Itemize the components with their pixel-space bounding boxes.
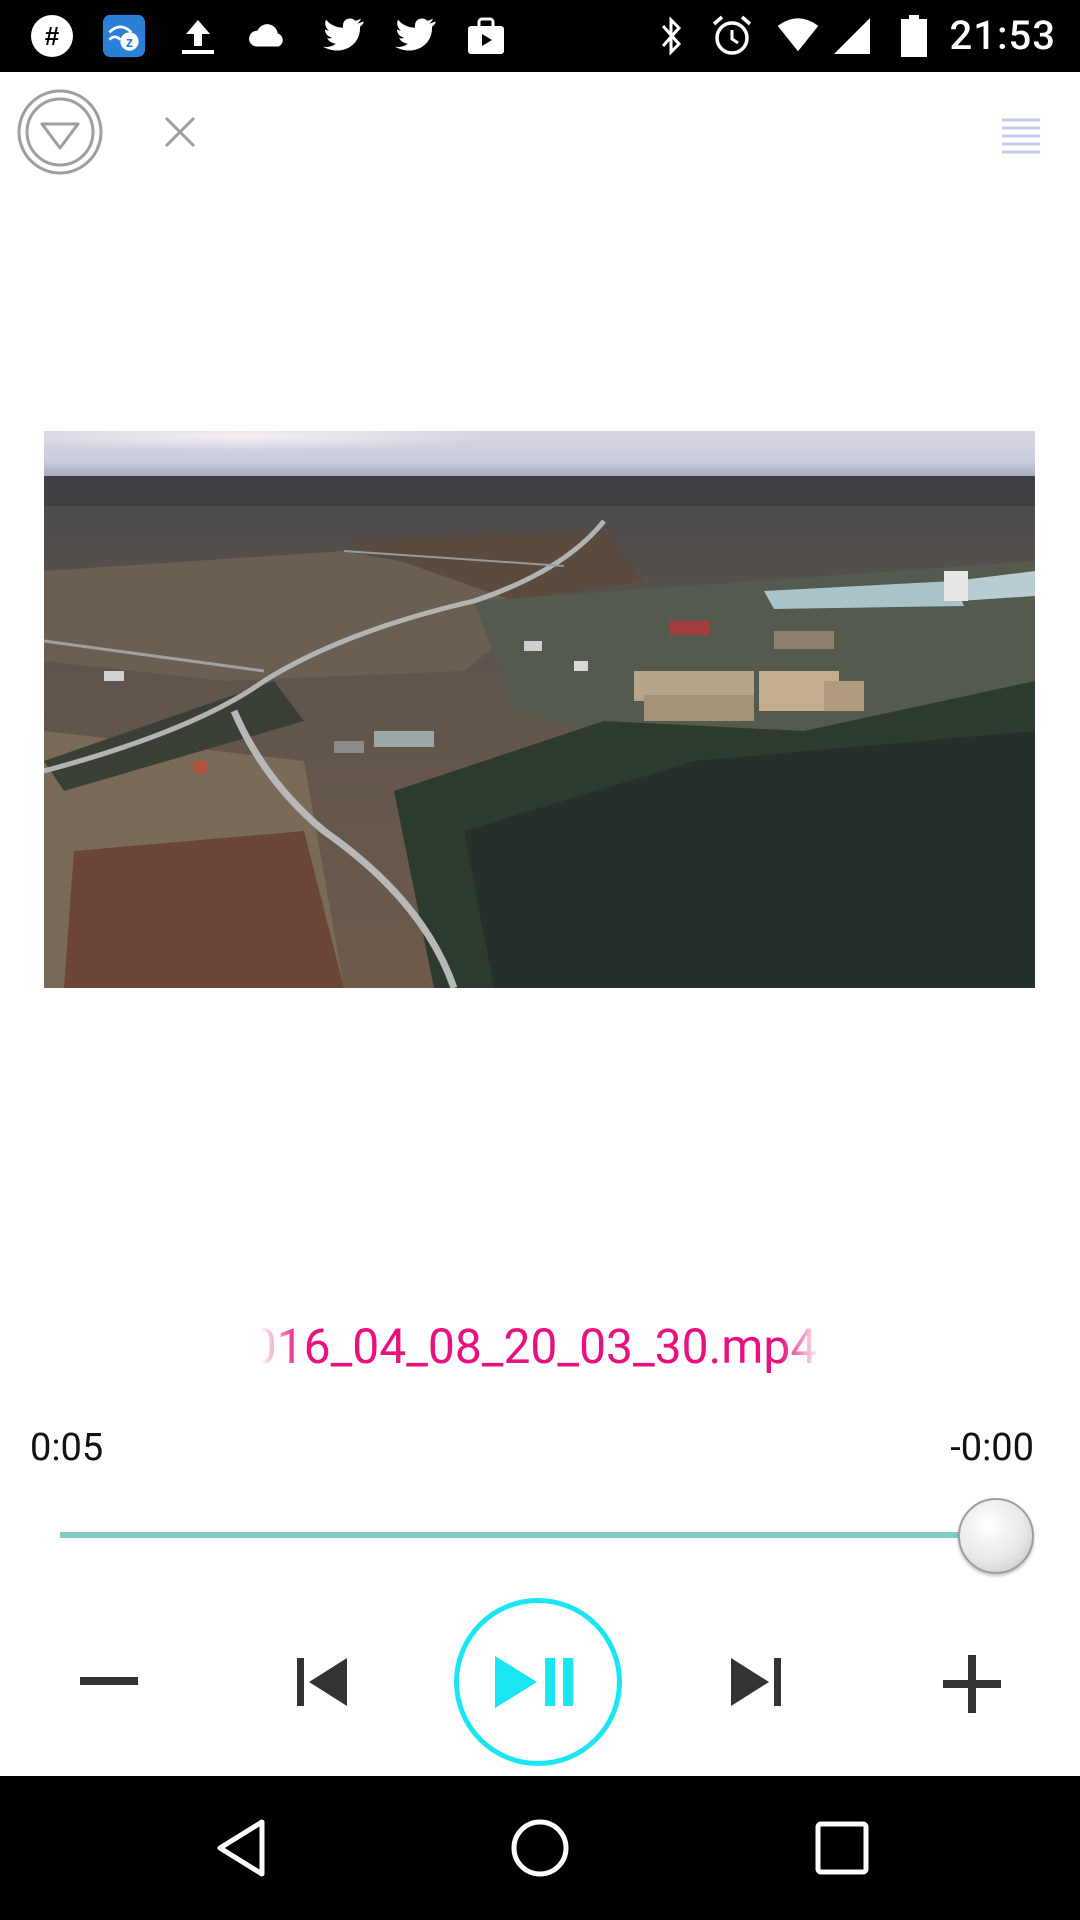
fade-right <box>780 1318 820 1375</box>
playback-controls <box>0 1590 1080 1770</box>
upload-icon <box>176 14 220 58</box>
notification-app-icon: z <box>102 14 146 58</box>
battery-icon <box>892 14 936 58</box>
filename-marquee: 2016_04_08_20_03_30.mp4 <box>0 1318 1080 1379</box>
elapsed-time: 0:05 <box>30 1426 104 1470</box>
play-pause-icon <box>495 1656 573 1708</box>
cloud-icon <box>246 14 290 58</box>
seek-bar[interactable] <box>60 1498 1034 1574</box>
skip-previous-icon[interactable] <box>294 1652 350 1712</box>
skip-next-icon[interactable] <box>728 1652 784 1712</box>
video-surface[interactable] <box>44 431 1035 988</box>
svg-text:#: # <box>45 21 60 51</box>
clock: 21:53 <box>949 12 1056 59</box>
seek-progress <box>60 1532 968 1538</box>
wifi-icon <box>776 14 820 58</box>
remaining-time: -0:00 <box>950 1426 1034 1470</box>
volume-down-icon[interactable] <box>78 1656 140 1708</box>
fade-left <box>260 1318 300 1375</box>
volume-up-icon[interactable] <box>942 1654 1002 1714</box>
aerial-landscape-image <box>44 431 1035 988</box>
twitter-icon <box>320 14 364 58</box>
cell-signal-icon <box>830 14 874 58</box>
back-icon[interactable] <box>210 1816 274 1880</box>
slack-icon: # <box>30 14 74 58</box>
seek-thumb[interactable] <box>958 1498 1034 1574</box>
system-nav-bar <box>0 1776 1080 1920</box>
shopping-bag-icon <box>464 14 508 58</box>
play-pause-button[interactable] <box>454 1598 622 1766</box>
home-icon[interactable] <box>508 1816 572 1880</box>
bluetooth-icon <box>650 14 694 58</box>
status-bar: # z 21:53 <box>0 0 1080 72</box>
svg-text:z: z <box>126 35 133 51</box>
twitter-icon <box>392 14 436 58</box>
playlist-menu-icon[interactable] <box>998 112 1044 158</box>
filename-text: 2016_04_08_20_03_30.mp4 <box>260 1318 818 1375</box>
minimize-player-button[interactable] <box>16 88 104 176</box>
close-icon[interactable] <box>160 112 200 152</box>
player-header <box>0 72 1080 192</box>
alarm-icon <box>710 14 754 58</box>
recents-icon[interactable] <box>810 1816 874 1880</box>
